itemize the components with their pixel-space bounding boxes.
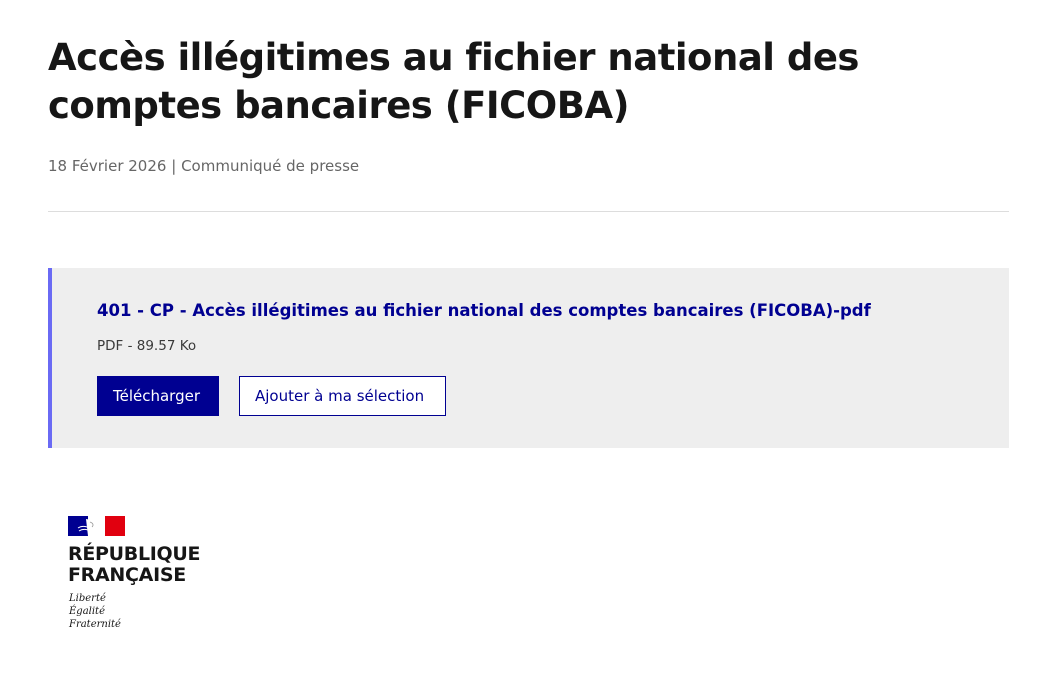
motto-fraternite: Fraternité <box>69 619 121 630</box>
file-title-link[interactable]: 401 - CP - Accès illégitimes au fichier … <box>97 300 871 322</box>
publication-date: 18 Février 2026 <box>48 157 167 175</box>
add-to-selection-button[interactable]: Ajouter à ma sélection <box>239 376 446 416</box>
marianne-flag-icon <box>68 516 125 536</box>
download-card: 401 - CP - Accès illégitimes au fichier … <box>48 268 1009 448</box>
page: Accès illégitimes au fichier national de… <box>0 0 1062 673</box>
divider <box>48 211 1009 212</box>
file-info: PDF - 89.57 Ko <box>97 338 197 354</box>
logo-name-line1: RÉPUBLIQUE <box>68 543 201 565</box>
logo-name: RÉPUBLIQUE FRANÇAISE <box>68 544 200 586</box>
download-button[interactable]: Télécharger <box>97 376 219 416</box>
logo-name-line2: FRANÇAISE <box>68 564 186 586</box>
publication-meta: 18 Février 2026 | Communiqué de presse <box>48 156 359 176</box>
motto-liberte: Liberté <box>69 593 106 604</box>
meta-separator: | <box>171 157 177 175</box>
page-title: Accès illégitimes au fichier national de… <box>48 36 859 127</box>
logo-motto: Liberté Égalité Fraternité <box>69 592 121 631</box>
publication-category: Communiqué de presse <box>181 157 360 175</box>
republique-francaise-logo: RÉPUBLIQUE FRANÇAISE Liberté Égalité Fra… <box>68 516 218 636</box>
motto-egalite: Égalité <box>69 606 105 617</box>
